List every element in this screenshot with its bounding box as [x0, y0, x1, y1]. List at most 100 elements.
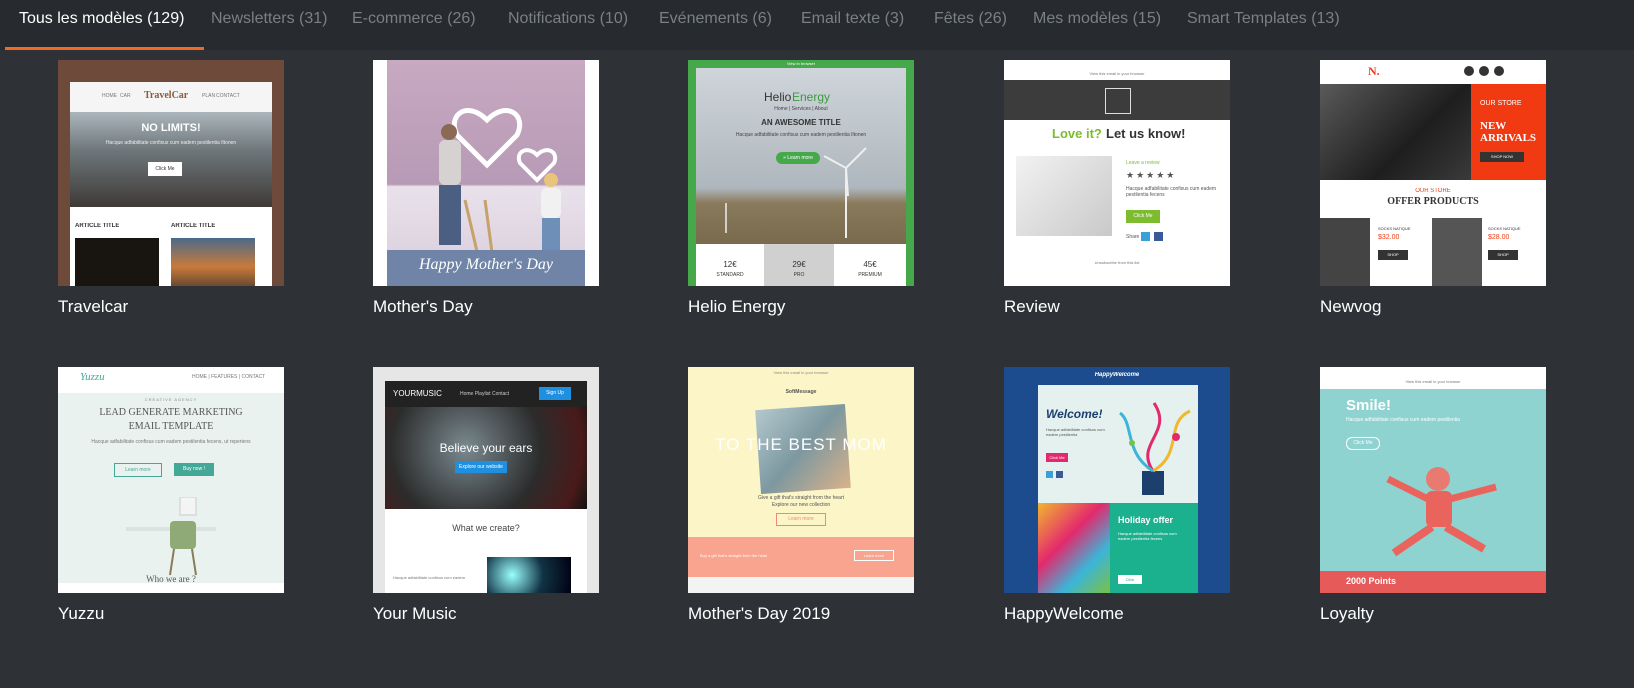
article-image-2 — [171, 238, 255, 286]
article-title-2: ARTICLE TITLE — [171, 223, 216, 229]
shop-now-button: SHOP NOW — [1480, 152, 1524, 162]
template-card-helio-energy[interactable]: View in browser Helio Energy Home | Serv… — [688, 60, 914, 316]
brand-logo: Yuzzu — [80, 371, 105, 383]
template-name: Loyalty — [1320, 604, 1374, 623]
hero-text-2: Explore our new collection — [771, 502, 831, 508]
hero-overlay-text: TO THE BEST MOM — [715, 435, 887, 454]
footer-button: Learn more — [854, 550, 894, 561]
plan-premium: PREMIUM — [858, 272, 882, 278]
offer-text: Hacque adfabilitate confisus cum eadem p… — [1118, 531, 1177, 541]
brand-logo: YOURMUSIC — [393, 389, 442, 398]
bottom-strip — [688, 577, 914, 593]
hero-text: Hacque adfabilitate confisus cum eadem p… — [735, 132, 867, 138]
product-photo-1 — [1320, 218, 1370, 286]
template-card-yuzzu[interactable]: Yuzzu HOME | FEATURES | CONTACT CREATIVE… — [58, 367, 284, 623]
party-photo — [1038, 503, 1110, 593]
tab-notifications[interactable]: Notifications (10) — [508, 10, 628, 40]
top-note: View this email in your browser — [1089, 71, 1145, 76]
price-premium: 45€ — [863, 260, 877, 269]
template-preview[interactable]: Happy Mother's Day — [373, 60, 599, 286]
hero-text: Hacque adfabilitate confisus cum eadem p… — [91, 439, 251, 445]
template-card-newvog[interactable]: N. OUR STORE NEW ARRIVALS SHOP NOW OUR S… — [1320, 60, 1546, 316]
learn-more-button: Learn more — [776, 513, 826, 526]
template-preview[interactable]: HOME CAR TravelCar PLAN CONTACT NO LIMIT… — [58, 60, 284, 286]
heading-let-us-know: Let us know! — [1106, 126, 1186, 141]
hero-text: Hacque adfabilitate confisus cum eadem p… — [105, 140, 237, 146]
nav-links: HOME | FEATURES | CONTACT — [192, 374, 266, 380]
desk-chair-illustration — [126, 497, 216, 576]
facebook-icon — [1464, 66, 1474, 76]
agency-label: CREATIVE AGENCY — [144, 397, 198, 402]
tab-smart-templates[interactable]: Smart Templates (13) — [1187, 10, 1340, 40]
share-label: Share — [1126, 234, 1140, 240]
top-note: View this email in your browser — [773, 370, 829, 375]
party-illustration — [1118, 402, 1191, 495]
tab-email-text[interactable]: Email texte (3) — [801, 10, 904, 40]
template-name: Review — [1004, 297, 1060, 316]
product-image — [1016, 156, 1112, 236]
hero-button: Click Me — [1346, 437, 1380, 450]
tab-newsletters[interactable]: Newsletters (31) — [211, 10, 327, 40]
product-1-shop: SHOP — [1378, 250, 1408, 260]
top-note: View in browser — [786, 61, 816, 66]
hero-image — [385, 407, 587, 509]
offer-title: Holiday offer — [1118, 515, 1174, 525]
top-note: View this email in your browser — [1405, 379, 1461, 384]
arrivals-line-2: ARRIVALS — [1480, 132, 1537, 144]
tab-events[interactable]: Evénements (6) — [659, 10, 772, 40]
offer-title: OFFER PRODUCTS — [1387, 196, 1479, 207]
template-preview[interactable]: View this email in your browser Love it?… — [1004, 60, 1230, 286]
learn-more-button: Learn more — [114, 463, 162, 477]
section-heading: What we create? — [452, 523, 520, 533]
nav-links: Home | Services | About — [774, 106, 828, 112]
nav-contact: CONTACT — [216, 93, 240, 99]
template-category-tabs: Tous les modèles (129) Newsletters (31) … — [0, 0, 1634, 50]
review-label: Leave a review — [1126, 160, 1160, 166]
plan-standard: STANDARD — [716, 272, 744, 278]
template-preview[interactable]: YOURMUSIC Home Playlist Contact Sign Up … — [373, 367, 599, 593]
template-preview[interactable]: View this email in your browser SoftMess… — [688, 367, 914, 593]
nav-car: CAR — [120, 93, 131, 99]
product-2-price: $28.00 — [1488, 234, 1510, 241]
template-card-mothers-day-2019[interactable]: View this email in your browser SoftMess… — [688, 367, 914, 623]
product-1-name: SOCKS NATIQUE — [1378, 226, 1411, 231]
nav-home: HOME — [102, 93, 117, 99]
template-preview[interactable]: Yuzzu HOME | FEATURES | CONTACT CREATIVE… — [58, 367, 284, 593]
template-preview[interactable]: View this email in your browser Smile! H… — [1320, 367, 1546, 593]
welcome-button: Click Me — [1046, 453, 1068, 462]
template-card-review[interactable]: View this email in your browser Love it?… — [1004, 60, 1230, 316]
product-2-shop: SHOP — [1488, 250, 1518, 260]
tab-my-templates[interactable]: Mes modèles (15) — [1033, 10, 1161, 40]
hero-button: Click Me — [148, 162, 182, 176]
concert-image — [487, 557, 571, 593]
points-text: 2000 Points — [1346, 576, 1397, 586]
hero-headline: Believe your ears — [439, 441, 533, 455]
template-name: HappyWelcome — [1004, 604, 1124, 623]
template-preview[interactable]: View in browser Helio Energy Home | Serv… — [688, 60, 914, 286]
jumping-kid-illustration — [1386, 467, 1497, 557]
template-card-travelcar[interactable]: HOME CAR TravelCar PLAN CONTACT NO LIMIT… — [58, 60, 284, 316]
template-card-loyalty[interactable]: View this email in your browser Smile! H… — [1320, 367, 1546, 623]
explore-button: Explore our website — [455, 461, 507, 473]
welcome-text: Hacque adfabilitate confisus cum eadem p… — [1046, 427, 1105, 437]
template-preview[interactable]: N. OUR STORE NEW ARRIVALS SHOP NOW OUR S… — [1320, 60, 1546, 286]
heading-love-it: Love it? — [1052, 126, 1102, 141]
template-card-mothers-day[interactable]: Happy Mother's Day Mother's Day — [373, 60, 599, 316]
template-preview[interactable]: HappyWelcome Welcome! Hacque adfabilitat… — [1004, 367, 1230, 593]
product-photo-2 — [1432, 218, 1482, 286]
hero-title: AN AWESOME TITLE — [761, 118, 841, 127]
review-text: Hacque adfabilitate confisus cum eadem p… — [1126, 186, 1217, 198]
article-title-1: ARTICLE TITLE — [75, 223, 120, 229]
tab-all-templates[interactable]: Tous les modèles (129) — [19, 10, 184, 40]
sign-up-button: Sign Up — [539, 387, 571, 400]
tab-e-commerce[interactable]: E-commerce (26) — [352, 10, 476, 40]
nav-links: Home Playlist Contact — [460, 391, 510, 397]
tab-holidays[interactable]: Fêtes (26) — [934, 10, 1007, 40]
template-name: Newvog — [1320, 297, 1382, 316]
template-name: Mother's Day 2019 — [688, 604, 831, 623]
brand-energy: Energy — [792, 90, 831, 104]
template-card-your-music[interactable]: YOURMUSIC Home Playlist Contact Sign Up … — [373, 367, 599, 623]
nav-plan: PLAN — [202, 93, 216, 99]
template-card-happywelcome[interactable]: HappyWelcome Welcome! Hacque adfabilitat… — [1004, 367, 1230, 623]
twitter-icon — [1046, 471, 1053, 478]
